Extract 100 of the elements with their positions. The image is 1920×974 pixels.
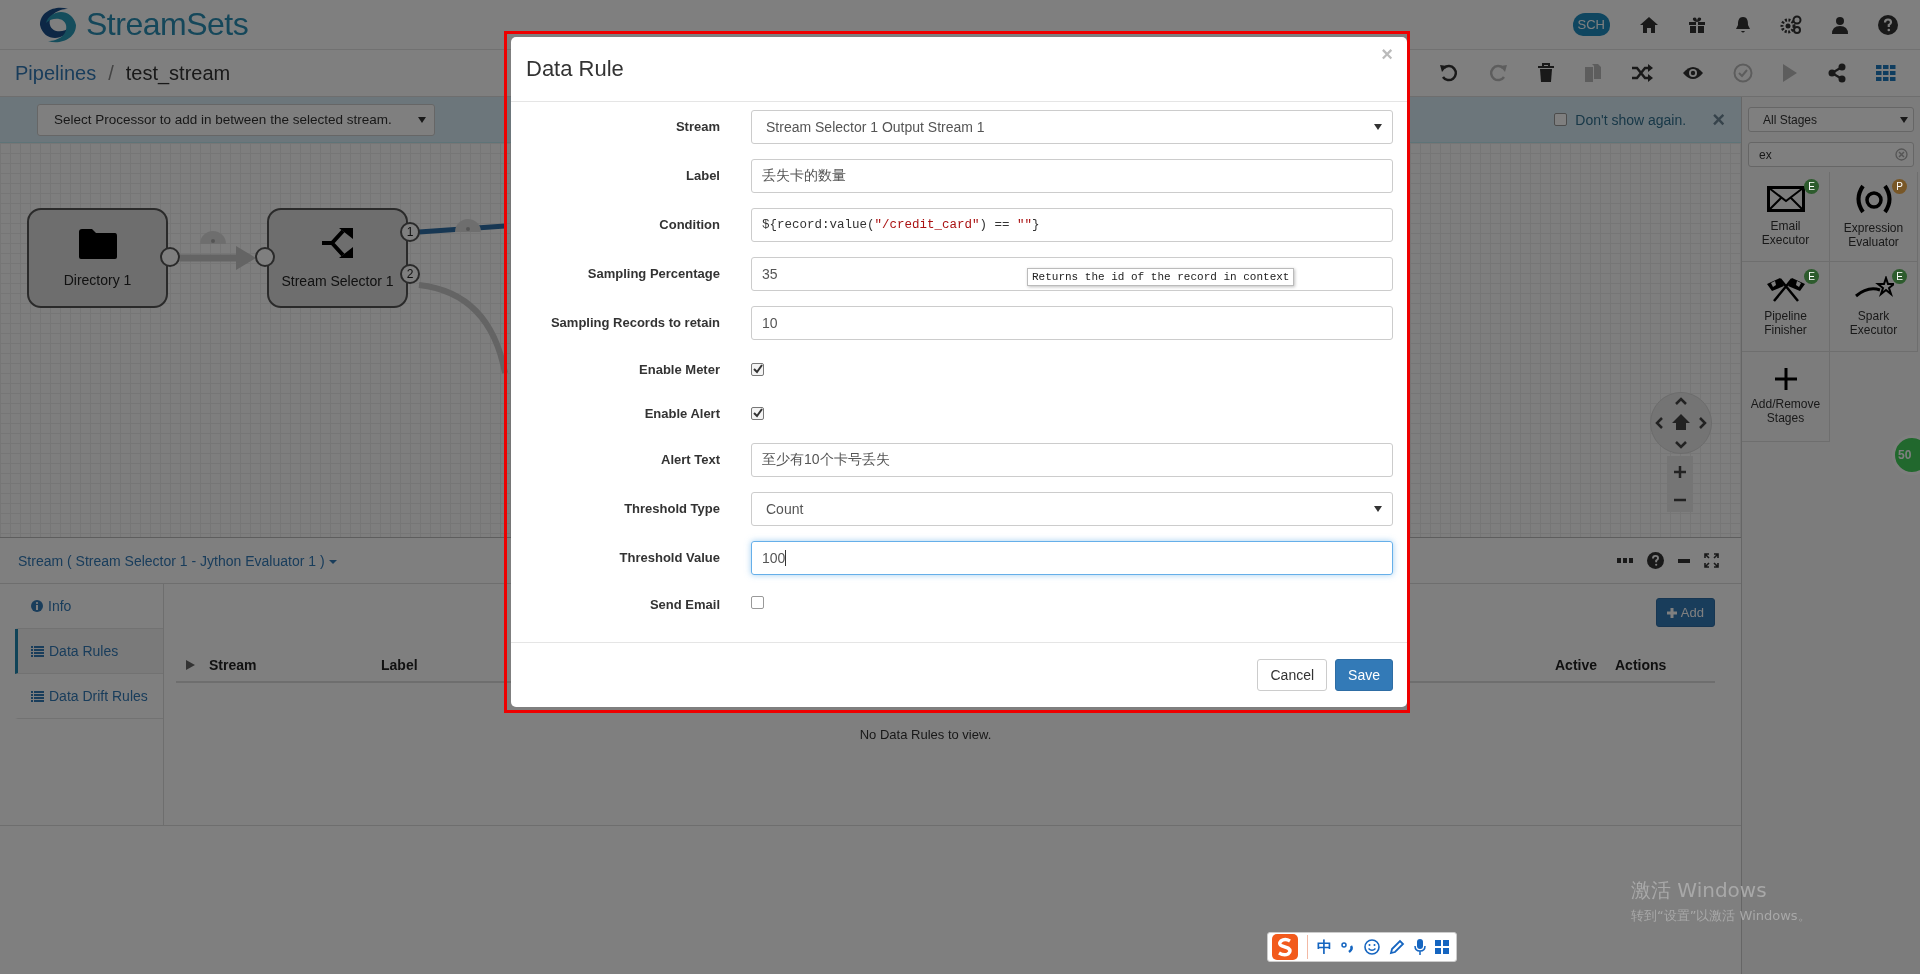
breadcrumb-link[interactable]: Pipelines [15, 61, 97, 85]
ime-mode[interactable]: 中 [1317, 937, 1332, 957]
stage-node[interactable]: Stream Selector 1 [267, 208, 408, 308]
logo-text: StreamSets [86, 6, 249, 43]
help-icon[interactable] [1878, 14, 1898, 35]
input-field[interactable]: 至少有10个卡号丢失 [751, 442, 1393, 477]
toolbox-icon[interactable] [1435, 940, 1449, 954]
smiley-icon[interactable] [1364, 939, 1380, 955]
list-icon [31, 690, 44, 702]
empty-message: No Data Rules to view. [858, 727, 993, 742]
checkbox[interactable] [751, 362, 764, 376]
gift-icon[interactable] [1688, 15, 1706, 34]
ime-logo-icon[interactable] [1272, 934, 1298, 960]
stage-type-badge: P [1892, 179, 1907, 194]
condition-field[interactable]: ${record:value("/credit_card") == ""} [751, 207, 1393, 242]
stage-tile[interactable]: E Spark Executor [1830, 262, 1918, 352]
pipeline-name: test_stream [125, 61, 231, 85]
stage-type-badge: E [1804, 269, 1819, 284]
microphone-icon[interactable] [1414, 939, 1426, 955]
stage-filter-select[interactable]: All Stages [1748, 107, 1914, 132]
column-header: Label [381, 657, 419, 673]
home-icon[interactable] [1639, 15, 1659, 34]
stage-name: Pipeline Finisher [1763, 309, 1808, 338]
field-label: Sampling Percentage [586, 266, 721, 281]
output-port[interactable]: 2 [400, 264, 420, 284]
field-label: Threshold Type [623, 501, 721, 516]
field-label: Sampling Records to retain [549, 315, 721, 330]
trash-icon[interactable] [1537, 63, 1555, 83]
info-icon [31, 600, 43, 612]
input-field[interactable]: 丢失卡的数量 [751, 158, 1393, 193]
input-field[interactable]: 10 [751, 305, 1393, 340]
folder-icon [77, 228, 118, 260]
node-label: Stream Selector 1 [281, 273, 394, 289]
checkbox[interactable] [751, 596, 764, 609]
stage-type-badge: E [1804, 179, 1819, 194]
select-field[interactable]: Count [751, 491, 1393, 526]
processor-select[interactable]: Select Processor to add in between the selected stream. [37, 103, 435, 136]
shuffle-icon[interactable] [1631, 64, 1653, 82]
field-label: Label [685, 168, 721, 183]
grid-icon[interactable] [1876, 65, 1896, 81]
stream-title[interactable]: Stream ( Stream Selector 1 - Jython Evaluator 1 ) [18, 552, 337, 569]
add-remove-stages-tile[interactable]: Add/Remove Stages [1742, 352, 1830, 442]
column-header: Actions [1615, 657, 1668, 673]
zoom-in-icon[interactable] [1674, 466, 1686, 478]
field-label: Enable Alert [643, 405, 721, 421]
share-icon[interactable] [1827, 63, 1847, 83]
stage-tile[interactable]: E Email Executor [1742, 172, 1830, 262]
plus-icon [1666, 607, 1677, 618]
gears-icon[interactable] [1780, 14, 1802, 35]
checkered-flags-icon [1765, 275, 1806, 302]
checkbox[interactable] [751, 406, 764, 420]
punctuation-icon[interactable] [1341, 940, 1355, 954]
add-button[interactable]: Add [1655, 598, 1715, 627]
stream-line[interactable] [418, 223, 506, 235]
cloud-badge[interactable]: SCH [1572, 13, 1610, 36]
column-header: Stream [209, 657, 258, 673]
dialog-title: Data Rule [526, 56, 624, 82]
input-field[interactable]: 100 [751, 540, 1393, 575]
stage-tile[interactable]: P Expression Evaluator [1830, 172, 1918, 262]
eye-icon[interactable] [1682, 65, 1704, 81]
side-tab[interactable]: Data Drift Rules [15, 674, 163, 719]
stage-name: Expression Evaluator [1842, 221, 1905, 250]
bell-icon[interactable] [1735, 15, 1751, 34]
stage-tile[interactable]: E Pipeline Finisher [1742, 262, 1830, 352]
input-port[interactable] [255, 247, 275, 267]
field-label: Send Email [648, 596, 721, 612]
undo-icon[interactable] [1439, 63, 1459, 83]
split-arrow-icon [320, 227, 355, 261]
expand-row-icon[interactable] [186, 660, 195, 670]
help-icon[interactable] [1647, 552, 1664, 569]
pen-icon[interactable] [1389, 939, 1405, 955]
stage-search-field[interactable]: ex [1748, 142, 1914, 167]
dont-show-label: Don't show again. [1575, 111, 1687, 128]
column-header: Active [1555, 657, 1599, 673]
zoom-out-icon[interactable] [1674, 498, 1686, 502]
output-port[interactable] [160, 247, 180, 267]
list-icon [31, 645, 44, 657]
check-circle-icon[interactable] [1733, 63, 1753, 83]
minimize-icon[interactable] [1678, 558, 1690, 563]
select-field[interactable]: Stream Selector 1 Output Stream 1 [751, 109, 1393, 144]
save-button[interactable]: Save [1335, 659, 1393, 691]
input-field[interactable]: 35 Returns the id of the record in context [751, 256, 1393, 291]
stage-name: Spark Executor [1848, 309, 1899, 338]
node-label: Directory 1 [63, 272, 132, 288]
stage-type-badge: E [1892, 269, 1907, 284]
dont-show-checkbox[interactable] [1554, 113, 1568, 126]
cancel-button[interactable]: Cancel [1257, 659, 1328, 691]
parentheses-icon [1853, 183, 1894, 214]
field-label: Stream [674, 119, 721, 134]
field-label: Alert Text [660, 452, 721, 467]
output-port[interactable]: 1 [400, 222, 420, 242]
pan-control[interactable] [1650, 392, 1712, 454]
stage-node[interactable]: Directory 1 [27, 208, 168, 308]
expand-icon[interactable] [1704, 553, 1719, 568]
user-icon[interactable] [1831, 15, 1849, 34]
envelope-icon [1766, 185, 1805, 212]
stage-name: Email Executor [1760, 219, 1811, 248]
more-icon[interactable] [1617, 558, 1633, 563]
field-label: Enable Meter [638, 361, 721, 377]
side-tab[interactable]: Data Rules [15, 629, 163, 674]
